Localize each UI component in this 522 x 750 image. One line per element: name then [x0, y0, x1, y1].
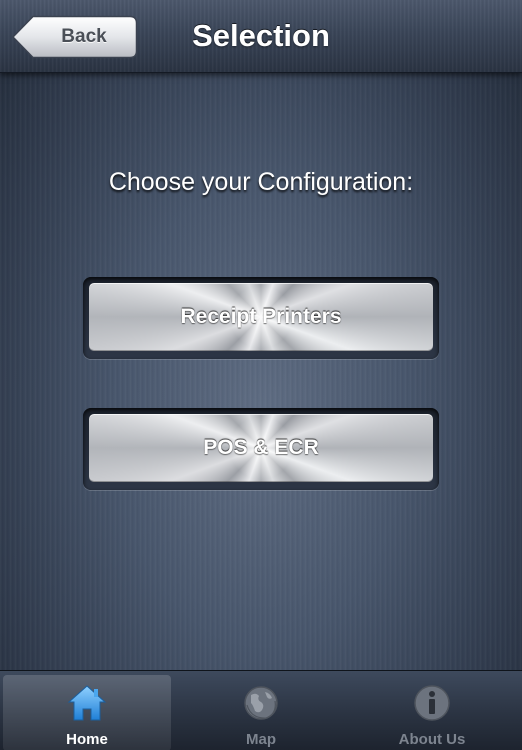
navigation-bar: Back Selection	[0, 0, 522, 73]
tab-about-us[interactable]: About Us	[348, 675, 516, 750]
receipt-printers-button-frame: Receipt Printers	[83, 277, 439, 359]
globe-icon	[244, 686, 278, 720]
page-title: Selection	[192, 18, 330, 53]
receipt-printers-label: Receipt Printers	[180, 305, 342, 328]
back-button-label: Back	[61, 26, 107, 47]
tab-home-label: Home	[66, 731, 108, 748]
home-icon	[67, 685, 107, 721]
tab-map[interactable]: Map	[177, 675, 345, 750]
info-icon	[414, 685, 450, 721]
pos-ecr-button-frame: POS & ECR	[83, 408, 439, 490]
back-button[interactable]: Back	[12, 15, 138, 59]
tab-bar: Home Map About Us	[0, 670, 522, 750]
app-screen: Back Selection Choose your Configuration…	[0, 0, 522, 750]
tab-map-label: Map	[246, 731, 276, 748]
receipt-printers-button[interactable]: Receipt Printers	[89, 283, 433, 351]
pos-ecr-label: POS & ECR	[203, 436, 319, 459]
configuration-prompt: Choose your Configuration:	[108, 168, 414, 196]
tab-home[interactable]: Home	[3, 675, 171, 750]
tab-about-us-label: About Us	[398, 731, 466, 748]
pos-ecr-button[interactable]: POS & ECR	[89, 414, 433, 482]
